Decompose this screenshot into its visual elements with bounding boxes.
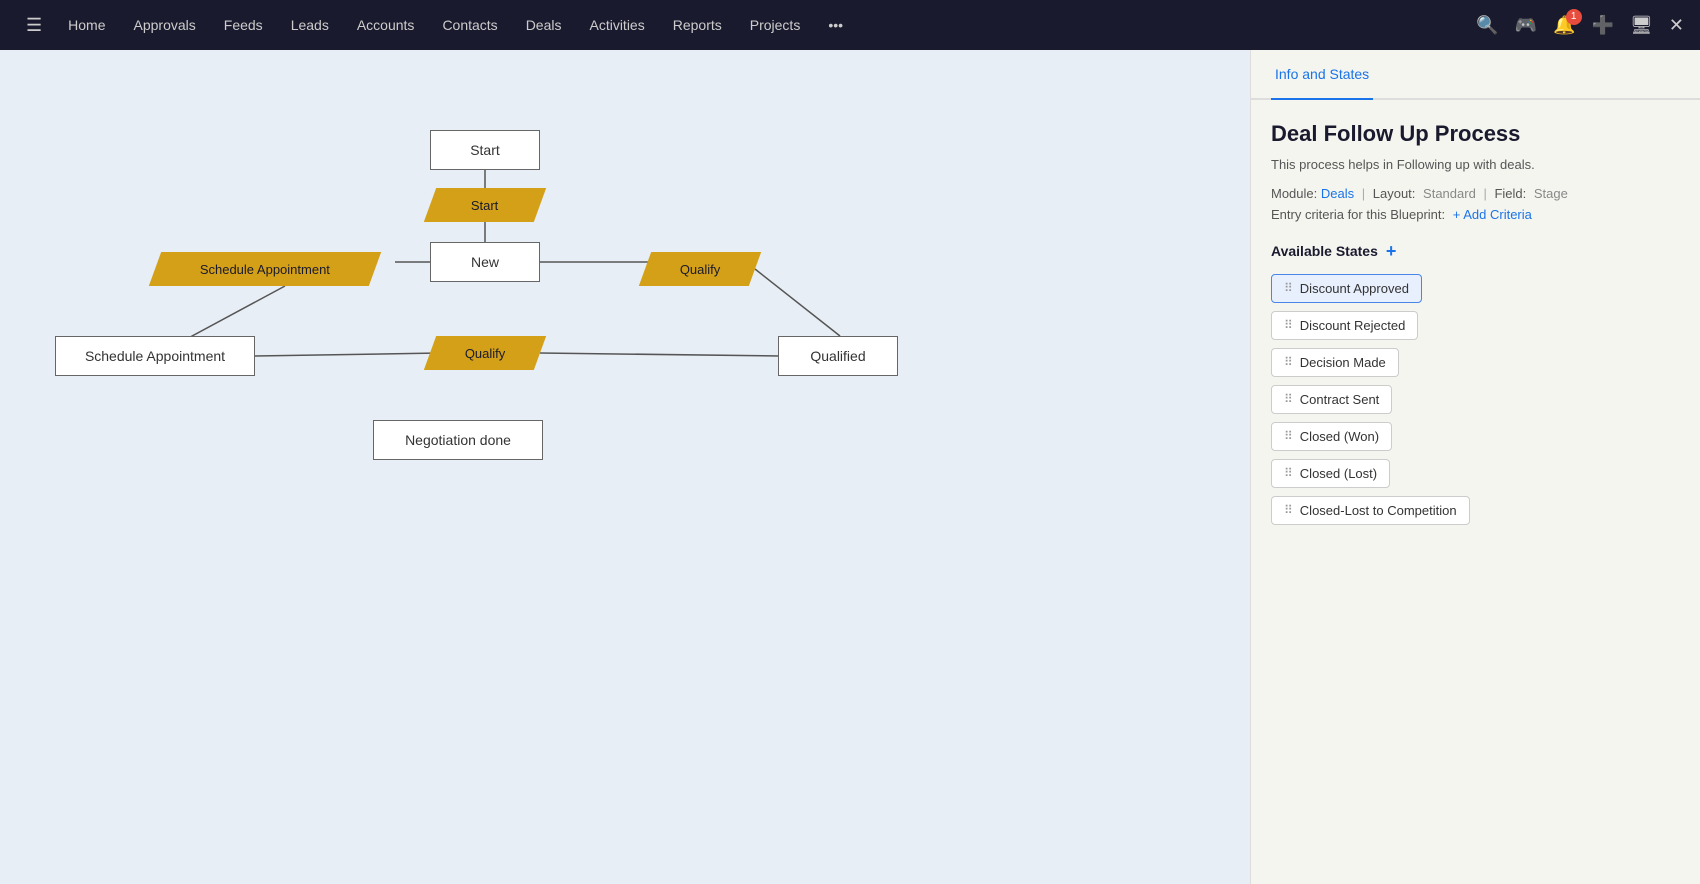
close-icon[interactable]: ✕	[1669, 15, 1684, 36]
nav-accounts[interactable]: Accounts	[345, 11, 427, 39]
states-list: ⠿ Discount Approved ⠿ Discount Rejected …	[1271, 274, 1680, 533]
nav-leads[interactable]: Leads	[279, 11, 341, 39]
topnav-right-icons: 🔍 🎮 🔔 1 ➕ 🖥 ✕	[1476, 15, 1684, 36]
state-closed-won[interactable]: ⠿ Closed (Won)	[1271, 422, 1392, 451]
drag-handle-icon: ⠿	[1284, 318, 1294, 332]
main-container: Start Start New Schedule Appointment Qua…	[0, 50, 1700, 884]
nav-reports[interactable]: Reports	[661, 11, 734, 39]
module-link[interactable]: Deals	[1321, 186, 1354, 201]
state-contract-sent[interactable]: ⠿ Contract Sent	[1271, 385, 1392, 414]
drag-handle-icon: ⠿	[1284, 355, 1294, 369]
drag-handle-icon: ⠿	[1284, 503, 1294, 517]
tab-info-states[interactable]: Info and States	[1271, 50, 1373, 100]
node-qualify-diamond-top[interactable]: Qualify	[645, 252, 755, 286]
top-navigation: ☰ Home Approvals Feeds Leads Accounts Co…	[0, 0, 1700, 50]
flow-lines-svg	[0, 50, 1250, 884]
panel-content: Deal Follow Up Process This process help…	[1251, 100, 1700, 884]
node-schedule-diamond-top[interactable]: Schedule Appointment	[155, 252, 375, 286]
node-start-diamond[interactable]: Start	[430, 188, 540, 222]
available-states-label: Available States	[1271, 243, 1378, 259]
node-start-top[interactable]: Start	[430, 130, 540, 170]
search-icon[interactable]: 🔍	[1476, 15, 1498, 36]
nav-contacts[interactable]: Contacts	[430, 11, 509, 39]
available-states-header: Available States +	[1271, 242, 1680, 260]
panel-title: Deal Follow Up Process	[1271, 120, 1680, 149]
node-schedule-rect[interactable]: Schedule Appointment	[55, 336, 255, 376]
notification-icon[interactable]: 🔔 1	[1553, 15, 1575, 36]
drag-handle-icon: ⠿	[1284, 466, 1294, 480]
state-closed-lost-competition[interactable]: ⠿ Closed-Lost to Competition	[1271, 496, 1470, 525]
state-closed-lost[interactable]: ⠿ Closed (Lost)	[1271, 459, 1390, 488]
add-state-button[interactable]: +	[1386, 242, 1397, 260]
node-qualify-diamond-bot[interactable]: Qualify	[430, 336, 540, 370]
node-new[interactable]: New	[430, 242, 540, 282]
add-icon[interactable]: ➕	[1592, 15, 1614, 36]
panel-description: This process helps in Following up with …	[1271, 157, 1680, 172]
panel-meta-module: Module: Deals | Layout: Standard | Field…	[1271, 186, 1680, 201]
nav-more[interactable]: •••	[816, 11, 855, 39]
node-negotiation[interactable]: Negotiation done	[373, 420, 543, 460]
nav-approvals[interactable]: Approvals	[122, 11, 208, 39]
menu-icon[interactable]: ☰	[16, 9, 52, 42]
screen-icon[interactable]: 🖥	[1630, 15, 1653, 36]
state-discount-rejected[interactable]: ⠿ Discount Rejected	[1271, 311, 1418, 340]
nav-feeds[interactable]: Feeds	[212, 11, 275, 39]
panel-tabs: Info and States	[1251, 50, 1700, 100]
gamepad-icon[interactable]: 🎮	[1515, 15, 1537, 36]
nav-home[interactable]: Home	[56, 11, 117, 39]
state-decision-made[interactable]: ⠿ Decision Made	[1271, 348, 1399, 377]
notification-badge: 1	[1566, 9, 1582, 25]
flowchart-canvas[interactable]: Start Start New Schedule Appointment Qua…	[0, 50, 1250, 884]
entry-criteria: Entry criteria for this Blueprint: + Add…	[1271, 207, 1680, 222]
state-discount-approved[interactable]: ⠿ Discount Approved	[1271, 274, 1422, 303]
right-panel: Info and States Deal Follow Up Process T…	[1250, 50, 1700, 884]
drag-handle-icon: ⠿	[1284, 392, 1294, 406]
add-criteria-link[interactable]: + Add Criteria	[1453, 207, 1532, 222]
nav-projects[interactable]: Projects	[738, 11, 813, 39]
nav-deals[interactable]: Deals	[514, 11, 574, 39]
node-qualified[interactable]: Qualified	[778, 336, 898, 376]
drag-handle-icon: ⠿	[1284, 429, 1294, 443]
nav-activities[interactable]: Activities	[577, 11, 656, 39]
drag-handle-icon: ⠿	[1284, 281, 1294, 295]
